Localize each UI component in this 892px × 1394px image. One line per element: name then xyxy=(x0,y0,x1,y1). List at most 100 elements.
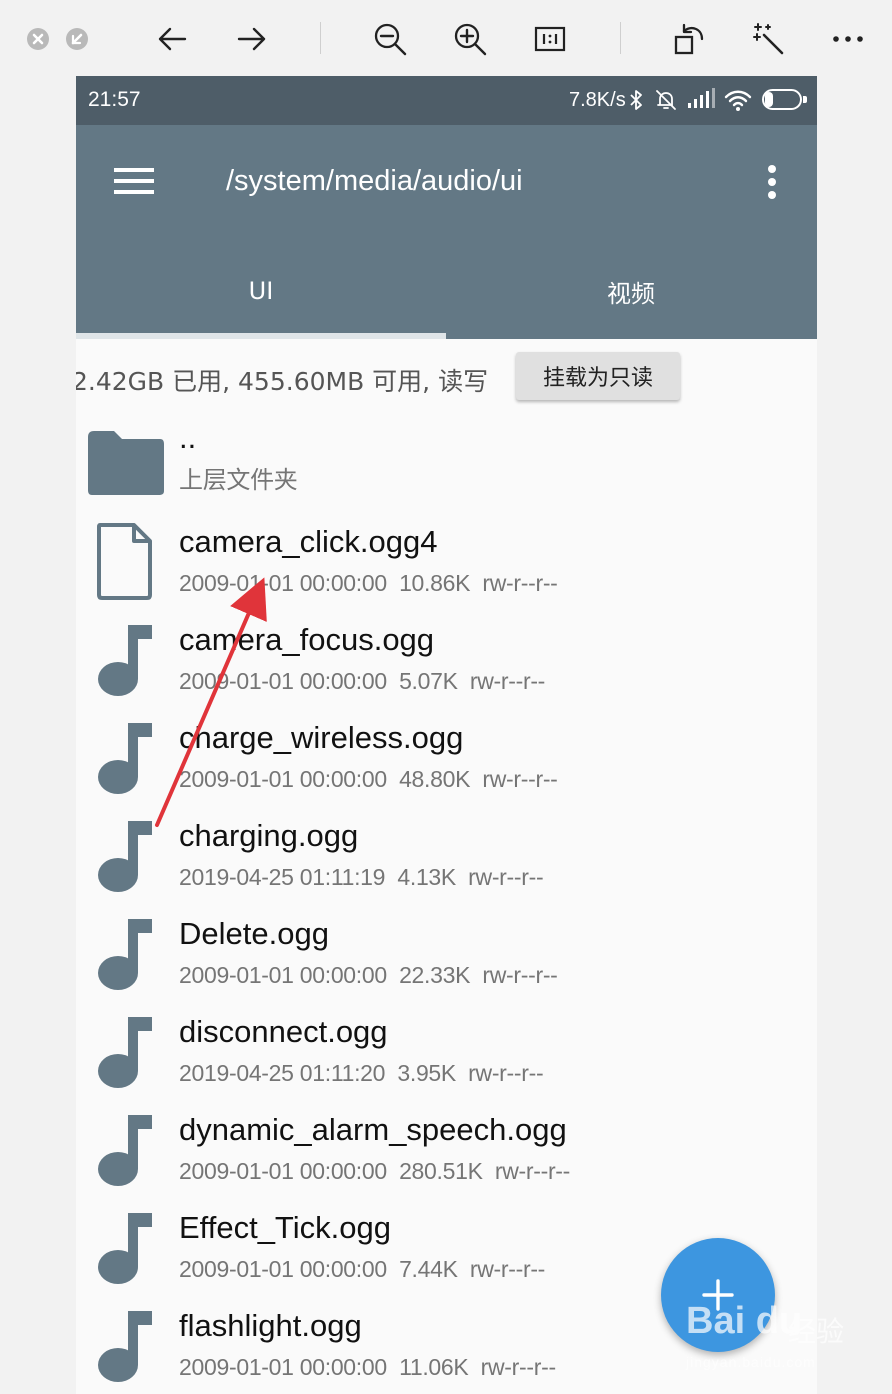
phone-screen: 21:57 7.8K/s 21 /system/media/audio/ui U… xyxy=(76,76,817,1394)
music-note-icon xyxy=(84,1108,166,1190)
tab-ui[interactable]: UI xyxy=(76,243,446,339)
battery-indicator: 21 xyxy=(762,89,802,110)
folder-icon xyxy=(84,422,166,504)
file-permissions: rw-r--r-- xyxy=(469,1256,546,1282)
overflow-menu-icon[interactable] xyxy=(756,163,788,203)
music-note-icon xyxy=(84,1010,166,1092)
storage-info: 2.42GB 已用, 455.60MB 可用, 读写 xyxy=(76,367,489,396)
close-window-button[interactable] xyxy=(27,28,49,50)
actual-size-button[interactable] xyxy=(530,20,570,58)
file-permissions: rw-r--r-- xyxy=(482,962,558,988)
storage-info-row: 2.42GB 已用, 455.60MB 可用, 读写 挂载为只读 xyxy=(76,339,817,419)
file-meta: 2009-01-01 00:00:00 48.80K rw-r--r-- xyxy=(179,766,558,793)
close-icon xyxy=(32,33,44,45)
bluetooth-icon xyxy=(630,90,642,110)
file-name: charge_wireless.ogg xyxy=(179,720,464,755)
tab-video[interactable]: 视频 xyxy=(446,243,816,339)
file-meta: 2009-01-01 00:00:00 10.86K rw-r--r-- xyxy=(179,570,558,597)
music-note-icon xyxy=(84,618,166,700)
file-date: 2009-01-01 00:00:00 xyxy=(179,766,387,792)
file-size: 7.44K xyxy=(399,1256,458,1282)
next-image-button[interactable] xyxy=(232,20,272,58)
file-permissions: rw-r--r-- xyxy=(482,766,558,792)
enhance-button[interactable] xyxy=(748,20,788,58)
watermark-url: jingyan.baidu.com xyxy=(686,1354,816,1370)
tab-label: UI xyxy=(248,277,274,305)
zoom-in-button[interactable] xyxy=(450,20,490,58)
file-meta: 2009-01-01 00:00:00 280.51K rw-r--r-- xyxy=(179,1158,570,1185)
more-options-button[interactable] xyxy=(828,20,868,58)
battery-percent: 21 xyxy=(774,92,790,107)
file-date: 2019-04-25 01:11:19 xyxy=(179,864,386,890)
list-item-file[interactable]: charge_wireless.ogg 2009-01-01 00:00:00 4… xyxy=(76,716,817,814)
minimize-window-button[interactable] xyxy=(66,28,88,50)
music-note-icon xyxy=(84,814,166,896)
file-name: camera_focus.ogg xyxy=(179,622,435,657)
actual-size-icon xyxy=(534,26,566,52)
file-meta: 2019-04-25 01:11:20 3.95K rw-r--r-- xyxy=(179,1060,544,1087)
mute-bell-icon xyxy=(656,90,676,110)
previous-image-button[interactable] xyxy=(152,20,192,58)
hamburger-menu-icon[interactable] xyxy=(112,165,156,197)
file-permissions: rw-r--r-- xyxy=(480,1354,556,1380)
wifi-icon xyxy=(724,90,752,111)
file-meta: 2009-01-01 00:00:00 5.07K rw-r--r-- xyxy=(179,668,545,695)
file-permissions: rw-r--r-- xyxy=(482,570,558,596)
file-icon xyxy=(84,520,166,602)
network-speed: 7.8K/s xyxy=(569,89,626,111)
list-item-file[interactable]: disconnect.ogg 2019-04-25 01:11:20 3.95K … xyxy=(76,1010,817,1108)
file-meta: 2009-01-01 00:00:00 22.33K rw-r--r-- xyxy=(179,962,558,989)
watermark-logo: Bai du xyxy=(686,1300,803,1342)
current-path: /system/media/audio/ui xyxy=(226,165,523,197)
minimize-icon xyxy=(71,33,83,45)
file-name: dynamic_alarm_speech.ogg xyxy=(179,1112,567,1147)
tab-label: 视频 xyxy=(607,279,655,308)
file-name: camera_click.ogg4 xyxy=(179,524,438,559)
app-bar: /system/media/audio/ui xyxy=(76,125,817,243)
list-item-file[interactable]: camera_click.ogg4 2009-01-01 00:00:00 10.… xyxy=(76,520,817,618)
list-item-file[interactable]: camera_focus.ogg 2009-01-01 00:00:00 5.07… xyxy=(76,618,817,716)
file-size: 48.80K xyxy=(399,766,471,792)
rotate-icon xyxy=(674,23,704,55)
file-permissions: rw-r--r-- xyxy=(494,1158,571,1184)
toolbar-divider xyxy=(320,22,321,54)
file-name: flashlight.ogg xyxy=(179,1308,362,1343)
status-time: 21:57 xyxy=(88,88,141,111)
arrow-right-icon xyxy=(237,27,266,51)
music-note-icon xyxy=(84,1304,166,1386)
image-viewer-toolbar xyxy=(0,0,892,76)
list-item-file[interactable]: Delete.ogg 2009-01-01 00:00:00 22.33K rw-… xyxy=(76,912,817,1010)
list-item-parent-folder[interactable]: .. 上层文件夹 xyxy=(76,420,817,520)
battery-tip xyxy=(803,96,807,103)
list-item-file[interactable]: dynamic_alarm_speech.ogg 2009-01-01 00:00… xyxy=(76,1108,817,1206)
file-meta: 2009-01-01 00:00:00 11.06K rw-r--r-- xyxy=(179,1354,556,1381)
file-size: 280.51K xyxy=(399,1158,483,1184)
file-size: 4.13K xyxy=(397,864,456,890)
file-size: 11.06K xyxy=(399,1354,469,1380)
file-permissions: rw-r--r-- xyxy=(468,864,544,890)
music-note-icon xyxy=(84,716,166,798)
music-note-icon xyxy=(84,1206,166,1288)
file-date: 2009-01-01 00:00:00 xyxy=(179,668,387,694)
file-name: Delete.ogg xyxy=(179,916,329,951)
file-date: 2009-01-01 00:00:00 xyxy=(179,1354,387,1380)
rotate-button[interactable] xyxy=(668,20,708,58)
file-date: 2009-01-01 00:00:00 xyxy=(179,570,387,596)
ellipsis-icon xyxy=(833,36,863,42)
music-note-icon xyxy=(84,912,166,994)
status-bar: 21:57 7.8K/s 21 xyxy=(76,76,817,125)
file-size: 3.95K xyxy=(397,1060,456,1086)
file-date: 2009-01-01 00:00:00 xyxy=(179,1256,387,1282)
list-item-file[interactable]: charging.ogg 2019-04-25 01:11:19 4.13K rw… xyxy=(76,814,817,912)
file-size: 10.86K xyxy=(399,570,471,596)
zoom-out-button[interactable] xyxy=(370,20,410,58)
file-meta: 2009-01-01 00:00:00 7.44K rw-r--r-- xyxy=(179,1256,545,1283)
file-name: Effect_Tick.ogg xyxy=(179,1210,391,1245)
toolbar-divider xyxy=(620,22,621,54)
file-date: 2009-01-01 00:00:00 xyxy=(179,1158,387,1184)
watermark-cn: 经验 xyxy=(788,1315,845,1348)
arrow-left-icon xyxy=(158,27,187,51)
signal-icon xyxy=(688,88,715,108)
mount-readonly-button[interactable]: 挂载为只读 xyxy=(516,352,680,400)
file-name: disconnect.ogg xyxy=(179,1014,388,1049)
